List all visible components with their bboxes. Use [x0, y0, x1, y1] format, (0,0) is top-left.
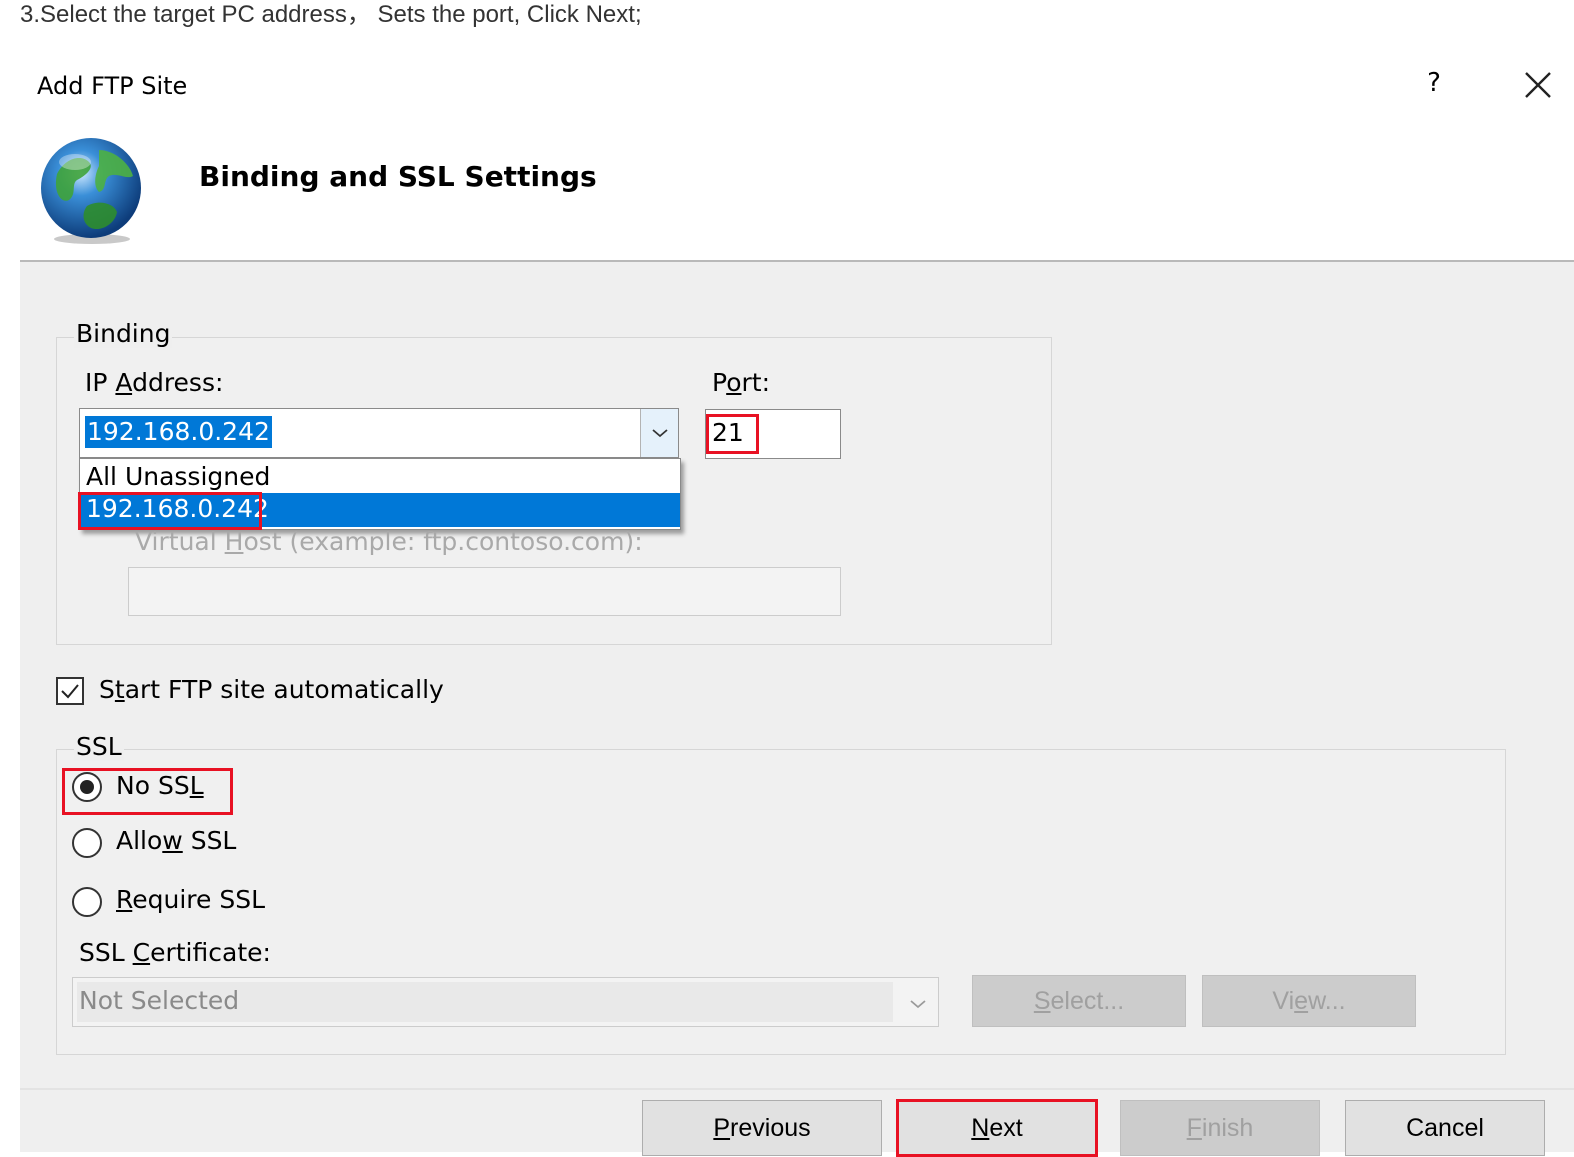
finish-button[interactable]: Finish	[1120, 1100, 1320, 1156]
ip-option-all-unassigned[interactable]: All Unassigned	[80, 459, 680, 493]
footer-divider	[20, 1088, 1574, 1090]
start-automatically-checkbox[interactable]	[56, 677, 84, 705]
annotation-highlight-next	[896, 1099, 1098, 1157]
allow-ssl-label[interactable]: Allow SSL	[116, 826, 236, 855]
ssl-legend: SSL	[74, 732, 124, 761]
chevron-down-icon	[910, 1000, 926, 1009]
annotation-highlight-ip-option	[78, 492, 262, 530]
select-certificate-button[interactable]: Select...	[972, 975, 1186, 1027]
ip-address-combobox[interactable]: 192.168.0.242	[79, 408, 679, 458]
globe-icon	[37, 136, 147, 246]
virtual-host-label: Virtual Host (example: ftp.contoso.com):	[135, 527, 643, 556]
previous-button[interactable]: Previous	[642, 1100, 882, 1156]
chevron-down-icon	[651, 429, 668, 438]
close-icon	[1525, 72, 1551, 98]
checkmark-icon	[61, 684, 79, 699]
binding-legend: Binding	[74, 319, 173, 348]
dialog-title: Add FTP Site	[37, 72, 188, 100]
require-ssl-radio[interactable]	[72, 887, 102, 917]
require-ssl-label[interactable]: Require SSL	[116, 885, 265, 914]
annotation-highlight-no-ssl	[62, 768, 233, 815]
ssl-certificate-combobox[interactable]: Not Selected	[72, 977, 939, 1027]
view-certificate-button[interactable]: Vi e w...	[1202, 975, 1416, 1027]
instruction-caption: 3.Select the target PC address， Sets the…	[20, 1, 642, 28]
port-label: Port:	[712, 368, 770, 397]
annotation-highlight-port	[706, 414, 759, 454]
ssl-certificate-label: SSL Certificate:	[79, 938, 271, 967]
start-automatically-label[interactable]: Start FTP site automatically	[99, 675, 444, 704]
allow-ssl-radio[interactable]	[72, 828, 102, 858]
wizard-page-title: Binding and SSL Settings	[199, 160, 597, 193]
ip-address-value[interactable]: 192.168.0.242	[85, 416, 272, 448]
close-button[interactable]	[1519, 66, 1557, 104]
help-button[interactable]: ?	[1422, 68, 1446, 98]
virtual-host-input[interactable]	[128, 567, 841, 616]
ip-address-label: IP Address:	[85, 368, 224, 397]
ssl-certificate-value: Not Selected	[79, 986, 240, 1015]
cancel-button[interactable]: Cancel	[1345, 1100, 1545, 1156]
ip-address-dropdown-button[interactable]	[640, 409, 678, 457]
